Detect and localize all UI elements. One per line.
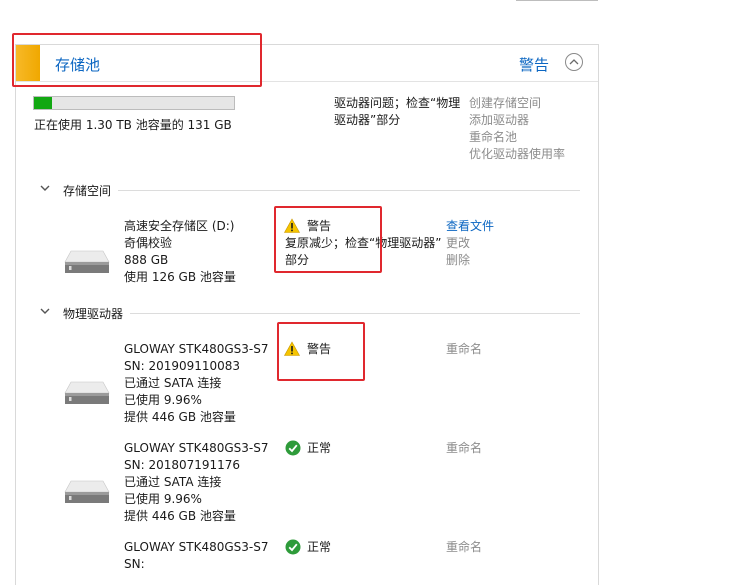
chevron-down-icon xyxy=(40,185,50,191)
pool-usage-text: 正在使用 1.30 TB 池容量的 131 GB xyxy=(34,118,232,132)
pool-usage-bar xyxy=(33,96,235,110)
rename-drive-link[interactable]: 重命名 xyxy=(446,341,482,358)
drive-serial: SN: xyxy=(124,557,145,571)
storage-space-resiliency: 奇偶校验 xyxy=(124,236,173,250)
optimize-drive-usage-link[interactable]: 优化驱动器使用率 xyxy=(469,146,565,163)
section-divider xyxy=(118,190,580,191)
rename-drive-link[interactable]: 重命名 xyxy=(446,539,482,556)
create-storage-space-link[interactable]: 创建存储空间 xyxy=(469,95,541,112)
top-divider xyxy=(516,0,598,1)
annotation-box-pool-title xyxy=(12,33,262,87)
drive-connection: 已通过 SATA 连接 xyxy=(124,475,222,489)
pool-problem-line2: 驱动器”部分 xyxy=(334,113,401,127)
drive-used: 已使用 9.96% xyxy=(124,492,202,506)
storage-spaces-section-label: 存储空间 xyxy=(63,184,112,198)
physical-drive-icon xyxy=(64,381,110,404)
delete-link[interactable]: 删除 xyxy=(446,252,470,269)
add-drives-link[interactable]: 添加驱动器 xyxy=(469,112,529,129)
annotation-box-drive-warning xyxy=(277,322,365,381)
drive-status-label: 正常 xyxy=(307,441,332,455)
rename-pool-link[interactable]: 重命名池 xyxy=(469,129,517,146)
drive-connection: 已通过 SATA 连接 xyxy=(124,376,222,390)
drive-model: GLOWAY STK480GS3-S7 xyxy=(124,342,269,356)
physical-drives-section-label: 物理驱动器 xyxy=(63,307,124,321)
pool-usage-fill xyxy=(34,97,52,109)
annotation-box-space-warning xyxy=(274,206,382,273)
view-files-link[interactable]: 查看文件 xyxy=(446,218,494,235)
chevron-down-icon xyxy=(40,308,50,314)
drive-model: GLOWAY STK480GS3-S7 xyxy=(124,540,269,554)
ok-check-icon xyxy=(285,440,301,456)
ok-check-icon xyxy=(285,539,301,555)
drive-status-label: 正常 xyxy=(307,540,332,554)
storage-space-drive-icon xyxy=(64,250,110,273)
storage-space-size: 888 GB xyxy=(124,253,169,267)
pool-status-text: 警告 xyxy=(519,56,550,74)
change-link[interactable]: 更改 xyxy=(446,235,470,252)
physical-drive-icon xyxy=(64,480,110,503)
drive-capacity: 提供 446 GB 池容量 xyxy=(124,509,236,523)
drive-capacity: 提供 446 GB 池容量 xyxy=(124,410,236,424)
drive-model: GLOWAY STK480GS3-S7 xyxy=(124,441,269,455)
drive-serial: SN: 201909110083 xyxy=(124,359,241,373)
storage-space-usage: 使用 126 GB 池容量 xyxy=(124,270,236,284)
section-divider xyxy=(130,313,580,314)
drive-used: 已使用 9.96% xyxy=(124,393,202,407)
pool-problem-line1: 驱动器问题；检查“物理 xyxy=(334,96,461,110)
storage-space-name: 高速安全存储区 (D:) xyxy=(124,219,235,233)
drive-serial: SN: 201807191176 xyxy=(124,458,241,472)
collapse-chevron-up-icon[interactable] xyxy=(565,53,583,71)
rename-drive-link[interactable]: 重命名 xyxy=(446,440,482,457)
